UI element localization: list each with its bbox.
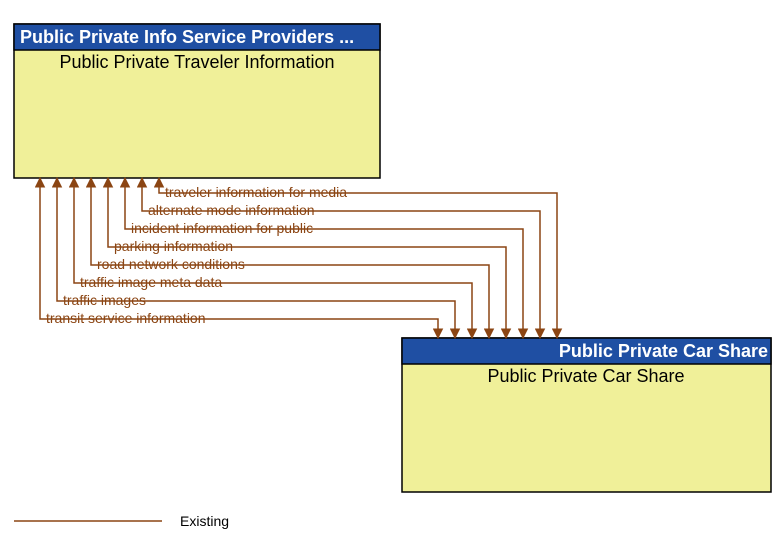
flow-label: traveler information for media [165, 184, 347, 200]
flow-label: incident information for public [131, 220, 313, 236]
flows-group: traveler information for media alternate… [40, 178, 557, 338]
flow-label: traffic image meta data [80, 274, 222, 290]
left-entity-body: Public Private Traveler Information [59, 52, 334, 72]
flow-label: alternate mode information [148, 202, 315, 218]
flow-label: parking information [114, 238, 233, 254]
legend-label-existing: Existing [180, 513, 229, 529]
flow-label: transit service information [46, 310, 206, 326]
left-entity-header: Public Private Info Service Providers ..… [20, 27, 354, 47]
left-entity-box: Public Private Info Service Providers ..… [14, 24, 380, 178]
flow-label: road network conditions [97, 256, 245, 272]
right-entity-box: Public Private Car Share Public Private … [402, 338, 771, 492]
right-entity-header: Public Private Car Share [559, 341, 768, 361]
legend: Existing [14, 513, 229, 529]
right-entity-body: Public Private Car Share [487, 366, 684, 386]
flow-label: traffic images [63, 292, 146, 308]
